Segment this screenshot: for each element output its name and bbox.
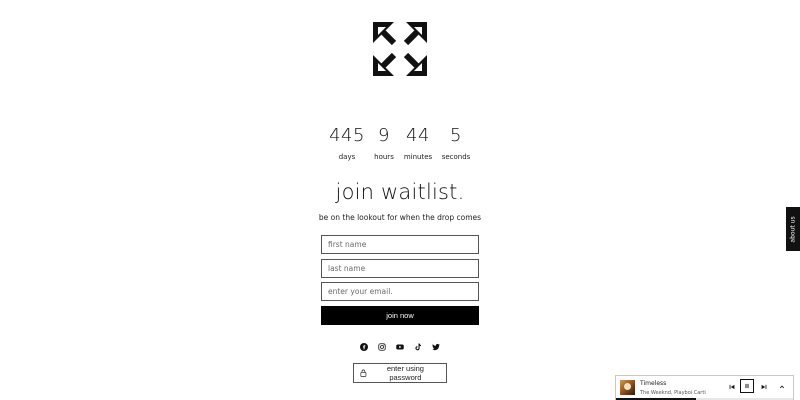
first-name-input[interactable] bbox=[321, 235, 479, 254]
waitlist-subtitle: be on the lookout for when the drop come… bbox=[318, 213, 482, 222]
enter-using-password-button[interactable]: enter using password bbox=[353, 363, 447, 383]
pause-icon[interactable] bbox=[740, 379, 754, 393]
arrows-expand-logo-icon bbox=[373, 22, 427, 76]
twitter-icon[interactable] bbox=[432, 343, 440, 351]
youtube-icon[interactable] bbox=[396, 343, 404, 351]
about-us-label: about us bbox=[789, 215, 797, 243]
waitlist-title: join waitlist. bbox=[335, 180, 465, 204]
album-art bbox=[620, 380, 635, 395]
music-player: Timeless The Weeknd, Playboi Carti bbox=[615, 375, 794, 400]
lock-icon bbox=[360, 369, 367, 377]
skip-previous-icon[interactable] bbox=[727, 382, 737, 392]
facebook-icon[interactable] bbox=[360, 343, 368, 351]
chevron-up-icon[interactable] bbox=[777, 382, 787, 392]
countdown-hours: 9 hours bbox=[373, 124, 395, 161]
tiktok-icon[interactable] bbox=[414, 343, 422, 351]
countdown-seconds: 5 seconds bbox=[441, 124, 471, 161]
countdown-hours-value: 9 bbox=[378, 125, 390, 146]
countdown-hours-label: hours bbox=[374, 153, 394, 161]
countdown-minutes: 44 minutes bbox=[403, 124, 433, 161]
email-input[interactable] bbox=[321, 282, 479, 301]
skip-next-icon[interactable] bbox=[759, 382, 769, 392]
about-us-tab[interactable]: about us bbox=[786, 207, 800, 251]
countdown-minutes-label: minutes bbox=[403, 153, 433, 161]
track-artist: The Weeknd, Playboi Carti bbox=[640, 390, 706, 396]
countdown-days-value: 445 bbox=[329, 125, 365, 146]
instagram-icon[interactable] bbox=[378, 343, 386, 351]
countdown-minutes-value: 44 bbox=[406, 125, 430, 146]
last-name-input[interactable] bbox=[321, 259, 479, 278]
social-links bbox=[0, 343, 800, 351]
track-title: Timeless bbox=[640, 380, 667, 387]
join-now-button[interactable]: join now bbox=[321, 306, 479, 325]
countdown-seconds-value: 5 bbox=[450, 125, 462, 146]
countdown-days: 445 days bbox=[329, 124, 365, 161]
countdown: 445 days 9 hours 44 minutes 5 seconds bbox=[0, 124, 800, 161]
password-button-label: enter using password bbox=[386, 364, 424, 382]
countdown-days-label: days bbox=[338, 153, 356, 161]
countdown-seconds-label: seconds bbox=[441, 153, 471, 161]
